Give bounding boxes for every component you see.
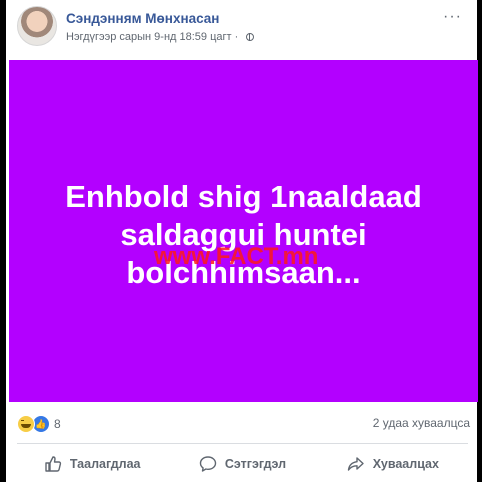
action-bar: Таалагдлаа Сэтгэгдэл Хуваалцах bbox=[17, 449, 468, 479]
watermark-text: www.FACT.mn bbox=[154, 243, 319, 270]
post-header: Сэндэнням Мөнхнасан Нэгдүгээр сарын 9-нд… bbox=[17, 6, 462, 52]
share-count[interactable]: 2 удаа хуваалцса bbox=[373, 416, 470, 430]
like-button[interactable]: Таалагдлаа bbox=[17, 449, 167, 479]
share-button[interactable]: Хуваалцах bbox=[318, 449, 468, 479]
comment-icon bbox=[199, 456, 217, 472]
post-image[interactable]: Enhbold shig 1naaldaad saldaggui huntei … bbox=[9, 60, 478, 402]
author-name[interactable]: Сэндэнням Мөнхнасан bbox=[66, 11, 219, 26]
reaction-count: 8 bbox=[54, 417, 61, 431]
more-options-icon[interactable]: ··· bbox=[443, 8, 462, 26]
meta-separator: · bbox=[234, 31, 239, 43]
comment-label: Сэтгэгдэл bbox=[224, 457, 287, 471]
post-meta: Нэгдүгээр сарын 9-нд 18:59 цагт · bbox=[66, 31, 255, 43]
share-icon bbox=[347, 457, 364, 471]
post-timestamp[interactable]: Нэгдүгээр сарын 9-нд 18:59 цагт bbox=[66, 31, 232, 43]
share-label: Хуваалцах bbox=[372, 457, 439, 471]
image-text-line-1: Enhbold shig 1naaldaad bbox=[65, 179, 422, 214]
left-border bbox=[0, 0, 6, 482]
avatar[interactable] bbox=[17, 6, 57, 46]
thumbs-up-icon bbox=[45, 456, 61, 472]
divider bbox=[17, 443, 468, 444]
like-label: Таалагдлаа bbox=[69, 457, 141, 471]
haha-icon bbox=[17, 415, 35, 433]
globe-icon bbox=[246, 33, 255, 41]
reaction-summary[interactable]: 👍 8 bbox=[17, 414, 61, 434]
comment-button[interactable]: Сэтгэгдэл bbox=[167, 449, 317, 479]
image-text: Enhbold shig 1naaldaad saldaggui huntei … bbox=[9, 178, 478, 292]
